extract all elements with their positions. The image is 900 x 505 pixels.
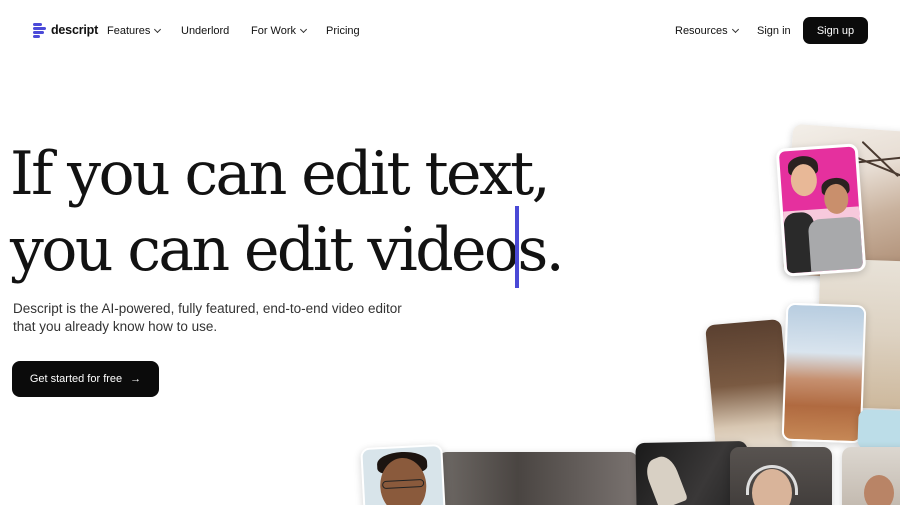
text-cursor [515, 206, 519, 288]
descript-logo-icon [33, 22, 46, 38]
nav-item-label: Pricing [326, 25, 360, 37]
video-thumbnail-person-right [842, 447, 900, 505]
headline-line-2: you can edit videos. [10, 215, 565, 285]
chevron-down-icon [154, 25, 162, 34]
chevron-down-icon [731, 25, 739, 34]
headline-line-1: If you can edit text, [10, 139, 551, 209]
nav-item-pricing[interactable]: Pricing [326, 25, 360, 37]
video-thumbnail-man-glasses [360, 443, 446, 505]
nav-item-label: Underlord [181, 25, 230, 37]
sign-in-link[interactable]: Sign in [757, 25, 791, 37]
hero-subtitle: Descript is the AI-powered, fully featur… [13, 300, 413, 336]
nav-item-resources[interactable]: Resources [675, 25, 739, 37]
subtitle-line-1: Descript is the AI-powered, fully featur… [13, 301, 402, 316]
nav-item-label: For Work [251, 25, 297, 37]
top-navigation: descript Features Underlord For Work Pri… [0, 0, 900, 62]
subtitle-line-2: that you already know how to use. [13, 319, 218, 334]
arrow-right-icon: → [130, 373, 142, 385]
video-thumbnail-two-people [775, 143, 867, 277]
chevron-down-icon [299, 25, 308, 34]
video-thumbnail-headphones [730, 447, 832, 505]
sign-up-label: Sign up [816, 24, 855, 37]
nav-item-label: Features [107, 25, 151, 37]
nav-item-underlord[interactable]: Underlord [181, 25, 229, 37]
nav-item-label: Resources [675, 25, 728, 37]
get-started-button[interactable]: Get started for free → [12, 361, 159, 397]
descript-logo[interactable]: descript [33, 22, 98, 38]
cta-label: Get started for free [29, 373, 123, 385]
nav-item-for-work[interactable]: For Work [251, 25, 308, 37]
video-thumbnail-interior [438, 452, 638, 505]
video-thumbnail-desert [781, 302, 867, 444]
hero-headline: If you can edit text, you can edit video… [10, 136, 565, 288]
nav-item-features[interactable]: Features [107, 25, 162, 37]
sign-in-label: Sign in [757, 25, 791, 37]
sign-up-button[interactable]: Sign up [803, 17, 868, 44]
video-thumbnail-blue [857, 409, 900, 451]
logo-text: descript [51, 23, 99, 37]
